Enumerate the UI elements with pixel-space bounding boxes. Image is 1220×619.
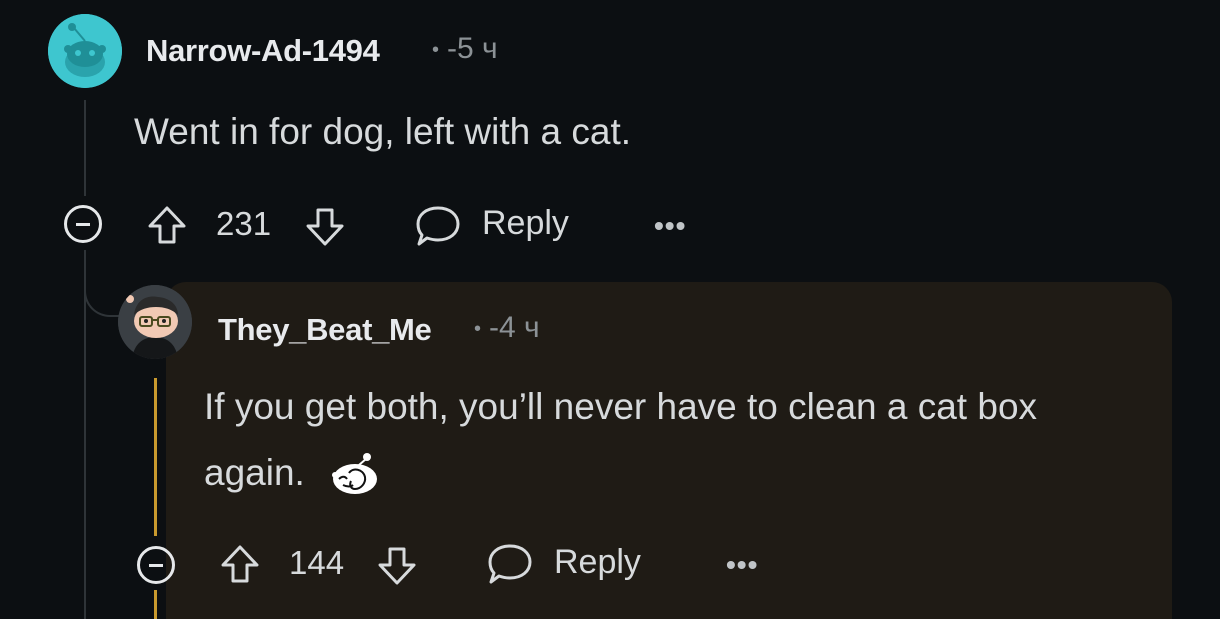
avatar-narrow-ad[interactable] bbox=[48, 14, 122, 88]
upvote-icon[interactable] bbox=[219, 543, 261, 585]
downvote-icon[interactable] bbox=[376, 545, 418, 587]
separator-dot: • bbox=[432, 38, 440, 61]
reply-username[interactable]: They_Beat_Me bbox=[218, 312, 432, 348]
reply-time: -4 ч bbox=[489, 311, 540, 344]
reply-body-text-again: again. bbox=[204, 452, 305, 493]
comment-thread: Narrow-Ad-1494 • -5 ч Went in for dog, le… bbox=[0, 0, 1220, 619]
thread-line-reply-lower[interactable] bbox=[154, 590, 157, 619]
collapse-reply-button[interactable] bbox=[137, 546, 175, 584]
comment-bubble-icon[interactable] bbox=[414, 203, 462, 249]
snoo-avatar-icon bbox=[48, 14, 122, 88]
downvote-icon[interactable] bbox=[304, 206, 346, 248]
comment-body: Went in for dog, left with a cat. bbox=[134, 111, 632, 152]
reply-body-line-2: again. bbox=[204, 441, 383, 505]
avatar-they-beat-me[interactable] bbox=[118, 285, 192, 359]
reply-button[interactable]: Reply bbox=[482, 204, 569, 243]
vote-count: 231 bbox=[216, 205, 272, 242]
separator-dot: • bbox=[474, 317, 482, 340]
collapse-thread-button[interactable] bbox=[64, 205, 102, 243]
more-options-button[interactable]: ••• bbox=[726, 549, 758, 581]
reply-button[interactable]: Reply bbox=[554, 543, 641, 582]
reply-body-line-1: If you get both, you’ll never have to cl… bbox=[204, 386, 1038, 427]
vote-count: 144 bbox=[289, 544, 345, 581]
upvote-icon[interactable] bbox=[146, 204, 188, 246]
facepalm-snoo-emoji-icon bbox=[329, 451, 383, 499]
comment-username[interactable]: Narrow-Ad-1494 bbox=[146, 33, 380, 69]
more-options-button[interactable]: ••• bbox=[654, 210, 686, 242]
comment-bubble-icon[interactable] bbox=[486, 541, 534, 587]
thread-line-op-lower[interactable] bbox=[84, 250, 86, 619]
thread-line-op[interactable] bbox=[84, 100, 86, 196]
reply-meta: • -4 ч bbox=[474, 311, 540, 345]
snoo-avatar-glasses-icon bbox=[118, 285, 192, 359]
comment-meta: • -5 ч bbox=[432, 32, 498, 66]
comment-time: -5 ч bbox=[447, 32, 498, 65]
thread-line-reply[interactable] bbox=[154, 378, 157, 536]
